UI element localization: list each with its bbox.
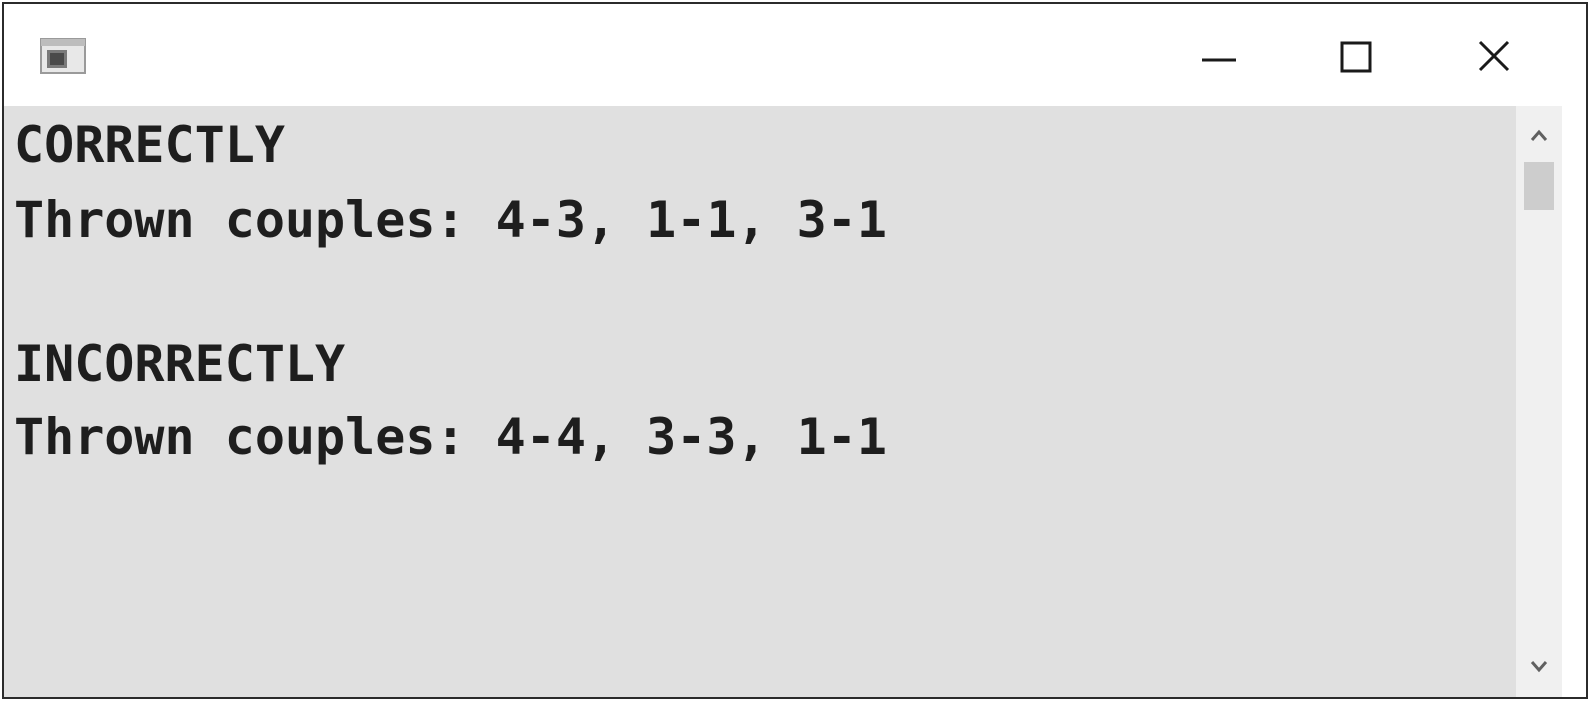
scroll-down-button[interactable] (1516, 648, 1562, 684)
close-button[interactable] (1432, 18, 1552, 94)
close-icon (1478, 40, 1510, 72)
scroll-thumb[interactable] (1524, 162, 1554, 210)
scroll-up-button[interactable] (1516, 118, 1562, 154)
maximize-icon (1340, 41, 1372, 73)
chevron-up-icon (1530, 129, 1548, 141)
chevron-down-icon (1530, 661, 1548, 673)
console-window: CORRECTLY Thrown couples: 4-3, 1-1, 3-1 … (2, 2, 1588, 699)
minimize-button[interactable] (1152, 18, 1272, 94)
vertical-scrollbar[interactable] (1516, 106, 1562, 697)
console-line-incorrectly-heading: INCORRECTLY (14, 335, 346, 393)
console-line-correct-couples: Thrown couples: 4-3, 1-1, 3-1 (14, 191, 887, 249)
maximize-button[interactable] (1294, 18, 1414, 94)
minimize-icon (1202, 58, 1236, 62)
console-line-incorrect-couples: Thrown couples: 4-4, 3-3, 1-1 (14, 408, 887, 466)
title-bar[interactable] (4, 4, 1586, 106)
console-line-correctly-heading: CORRECTLY (14, 116, 285, 174)
console-output[interactable]: CORRECTLY Thrown couples: 4-3, 1-1, 3-1 … (4, 106, 1516, 697)
console-app-icon[interactable] (40, 38, 86, 74)
